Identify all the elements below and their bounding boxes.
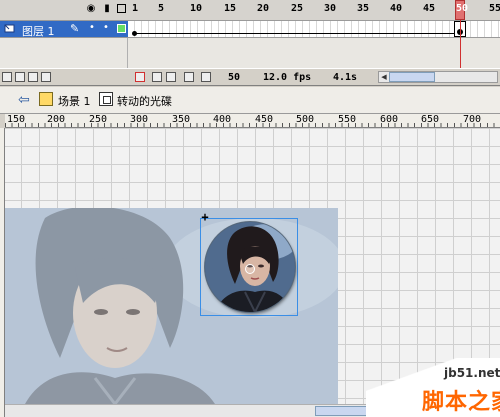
timeline-scrollbar[interactable]: ◀ — [378, 71, 498, 83]
frame-rate: 12.0 fps — [263, 72, 312, 83]
watermark-brand: 脚本之家 — [422, 390, 500, 415]
outline-color-swatch[interactable] — [117, 24, 126, 33]
frame-number-ruler[interactable]: 1 5 10 15 20 25 30 35 40 45 50 55 — [128, 0, 500, 20]
site-watermark: jb51.net 脚本之家 — [366, 358, 500, 417]
frame-number: 40 — [390, 3, 403, 14]
ruler-ticks — [5, 123, 500, 127]
scene-label: 场景 1 — [58, 95, 91, 108]
edit-multiple-frames-icon[interactable] — [184, 72, 194, 82]
current-frame: 50 — [228, 72, 241, 83]
frame-cells[interactable] — [128, 21, 500, 37]
frame-number: 25 — [291, 3, 304, 14]
layer-name: 图层 1 — [22, 25, 55, 38]
add-folder-icon[interactable] — [28, 72, 38, 82]
frame-number-current: 50 — [456, 3, 469, 14]
pencil-icon: ✎ — [70, 22, 80, 35]
visibility-dot[interactable]: • — [89, 22, 95, 33]
symbol-label: 转动的光碟 — [117, 95, 172, 108]
frame-number: 35 — [357, 3, 370, 14]
frame-span — [133, 33, 455, 34]
lock-dot[interactable]: • — [103, 22, 109, 33]
scroll-left-icon[interactable]: ◀ — [379, 72, 389, 82]
layer-row[interactable]: 图层 1 ✎ • • — [0, 20, 500, 38]
timeline-status-bar: 50 12.0 fps 4.1s ◀ — [0, 68, 500, 86]
playhead-line — [460, 20, 461, 68]
layer-label[interactable]: 图层 1 ✎ • • — [0, 21, 128, 38]
lock-icon[interactable]: ▮ — [102, 4, 112, 14]
watermark-url: jb51.net — [444, 366, 500, 380]
timeline-header: ◉ ▮ 1 5 10 15 20 25 30 35 40 45 50 55 — [0, 0, 500, 20]
scene-icon — [39, 92, 53, 106]
layer-list-empty — [0, 38, 128, 68]
outline-icon[interactable] — [117, 4, 126, 13]
edit-bar: ⇦ 场景 1 转动的光碟 — [0, 87, 500, 114]
onion-skin-icon[interactable] — [152, 72, 162, 82]
scroll-thumb[interactable] — [389, 72, 435, 82]
flash-editor: ◉ ▮ 1 5 10 15 20 25 30 35 40 45 50 55 图层… — [0, 0, 500, 417]
elapsed-time: 4.1s — [333, 72, 358, 83]
horizontal-ruler[interactable]: 150 200 250 300 350 400 450 500 550 600 … — [5, 114, 500, 128]
frame-number: 5 — [158, 3, 165, 14]
back-arrow-icon[interactable]: ⇦ — [18, 93, 34, 107]
registration-crosshair-icon[interactable]: + — [199, 211, 211, 223]
add-guide-icon[interactable] — [15, 72, 25, 82]
delete-layer-icon[interactable] — [41, 72, 51, 82]
frame-number: 45 — [423, 3, 436, 14]
frame-number: 30 — [324, 3, 337, 14]
modify-markers-icon[interactable] — [201, 72, 211, 82]
center-frame-icon[interactable] — [135, 72, 145, 82]
frame-number: 55 — [489, 3, 500, 14]
eye-icon[interactable]: ◉ — [86, 4, 96, 14]
add-layer-icon[interactable] — [2, 72, 12, 82]
layer-icon — [4, 24, 15, 33]
frame-number: 20 — [257, 3, 270, 14]
frame-number: 10 — [190, 3, 203, 14]
movie-clip-icon — [99, 92, 113, 106]
frame-number: 15 — [224, 3, 237, 14]
frame-number: 1 — [132, 3, 139, 14]
transform-center-point[interactable] — [245, 264, 255, 274]
timeline-empty-area — [0, 38, 500, 68]
onion-skin-outline-icon[interactable] — [166, 72, 176, 82]
